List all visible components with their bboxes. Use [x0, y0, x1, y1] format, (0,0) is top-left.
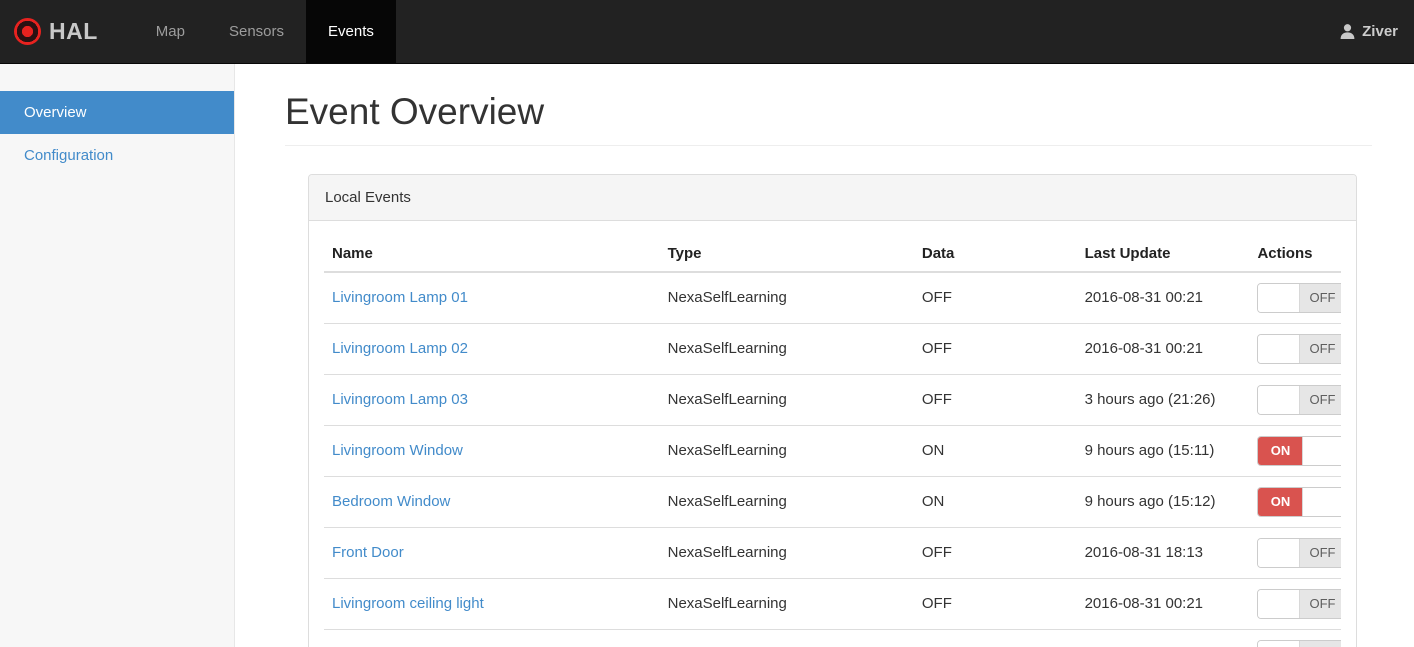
switch-on-label: ON — [1258, 436, 1303, 465]
panel-title: Local Events — [309, 174, 1356, 221]
toggle-switch[interactable]: OFF — [1257, 282, 1341, 313]
user-name: Ziver — [1362, 23, 1398, 40]
local-events-panel: Local Events Name Type Data Last Update … — [308, 173, 1357, 647]
main-content: Event Overview Local Events Name Type Da… — [235, 64, 1414, 647]
table-row: Livingroom ceiling light NexaSelfLearnin… — [324, 577, 1341, 630]
event-name-link[interactable]: Livingroom Lamp 02 — [332, 340, 468, 357]
col-header-name: Name — [324, 235, 660, 273]
event-data: OFF — [913, 373, 1077, 426]
table-row: Diningroom ceiling light NexaSelfLearnin… — [324, 628, 1341, 647]
toggle-switch[interactable]: OFF — [1257, 639, 1341, 647]
switch-handle — [1258, 334, 1301, 363]
col-header-type: Type — [659, 235, 914, 273]
event-name-link[interactable]: Livingroom Lamp 01 — [332, 289, 468, 306]
event-type: NexaSelfLearning — [659, 322, 914, 375]
events-table: Name Type Data Last Update Actions Livin… — [324, 235, 1341, 647]
table-row: Bedroom Window NexaSelfLearning ON 9 hou… — [324, 475, 1341, 528]
toggle-switch[interactable]: OFF — [1257, 384, 1341, 415]
toggle-switch[interactable]: OFF — [1257, 588, 1341, 619]
event-last-update: 9 hours ago (15:11) — [1076, 424, 1250, 477]
main-nav: Map Sensors Events — [134, 0, 396, 63]
switch-handle — [1258, 538, 1301, 567]
switch-handle — [1258, 589, 1301, 618]
event-last-update: 2016-08-31 00:21 — [1076, 577, 1250, 630]
event-type: NexaSelfLearning — [659, 526, 914, 579]
table-row: Front Door NexaSelfLearning OFF 2016-08-… — [324, 526, 1341, 579]
event-type: NexaSelfLearning — [667, 289, 787, 307]
switch-handle — [1302, 487, 1341, 516]
table-row: Livingroom Lamp 01 NexaSelfLearning OFF … — [324, 272, 1341, 324]
table-row: Livingroom Window NexaSelfLearning ON 9 … — [324, 424, 1341, 477]
page-header-divider — [285, 144, 1372, 146]
switch-off-label: OFF — [1300, 538, 1341, 567]
switch-handle — [1258, 283, 1301, 312]
toggle-switch[interactable]: OFF — [1257, 333, 1341, 364]
switch-handle — [1258, 385, 1301, 414]
event-type: NexaSelfLearning — [659, 628, 914, 647]
event-data: OFF — [913, 322, 1077, 375]
event-type: NexaSelfLearning — [659, 475, 914, 528]
brand-title: HAL — [49, 18, 98, 44]
switch-handle — [1258, 640, 1301, 647]
event-name-link[interactable]: Livingroom Lamp 03 — [332, 391, 468, 408]
event-name-link[interactable]: Livingroom ceiling light — [332, 595, 484, 612]
event-last-update: 2016-08-31 18:13 — [1076, 526, 1250, 579]
table-row: Livingroom Lamp 03 NexaSelfLearning OFF … — [324, 373, 1341, 426]
event-name-link[interactable]: Bedroom Window — [332, 493, 450, 510]
switch-off-label: OFF — [1300, 283, 1341, 312]
hal-logo-target-icon — [14, 18, 41, 45]
user-menu[interactable]: Ziver — [1323, 0, 1414, 63]
panel-body: Name Type Data Last Update Actions Livin… — [309, 221, 1356, 647]
col-header-actions: Actions — [1249, 235, 1341, 273]
toggle-switch[interactable]: ON — [1257, 486, 1341, 517]
toggle-switch[interactable]: ON — [1257, 435, 1341, 466]
event-type: NexaSelfLearning — [659, 577, 914, 630]
event-data: ON — [913, 475, 1077, 528]
event-data: OFF — [913, 577, 1077, 630]
toggle-switch[interactable]: OFF — [1257, 537, 1341, 568]
nav-item-events[interactable]: Events — [306, 0, 396, 63]
sidebar-item-overview[interactable]: Overview — [0, 91, 234, 134]
event-name-link[interactable]: Front Door — [332, 544, 404, 561]
event-data: OFF — [913, 526, 1077, 579]
switch-off-label: OFF — [1300, 640, 1341, 647]
top-navbar: HAL Map Sensors Events Ziver — [0, 0, 1414, 64]
page-title: Event Overview — [285, 91, 545, 132]
col-header-data: Data — [913, 235, 1077, 273]
sidebar: Overview Configuration — [0, 64, 235, 647]
event-type: NexaSelfLearning — [659, 424, 914, 477]
event-last-update: 2016-08-31 00:21 — [1076, 322, 1250, 375]
nav-item-sensors[interactable]: Sensors — [207, 0, 306, 63]
event-last-update: 3 hours ago (21:26) — [1076, 373, 1250, 426]
sidebar-item-configuration[interactable]: Configuration — [0, 134, 234, 177]
event-data: OFF — [921, 289, 952, 307]
event-last-update: 9 hours ago (15:12) — [1076, 475, 1250, 528]
user-icon — [1340, 24, 1355, 39]
event-last-update: 2016-08-31 00:21 — [1084, 289, 1204, 307]
switch-off-label: OFF — [1300, 589, 1341, 618]
switch-off-label: OFF — [1300, 385, 1341, 414]
event-type: NexaSelfLearning — [659, 373, 914, 426]
event-data: ON — [913, 424, 1077, 477]
event-last-update: 2016-08-31 00:21 — [1076, 628, 1250, 647]
switch-handle — [1302, 436, 1341, 465]
table-row: Livingroom Lamp 02 NexaSelfLearning OFF … — [324, 322, 1341, 375]
event-name-link[interactable]: Livingroom Window — [332, 442, 463, 459]
col-header-last-update: Last Update — [1076, 235, 1250, 273]
switch-on-label: ON — [1258, 487, 1303, 516]
nav-item-map[interactable]: Map — [134, 0, 207, 63]
switch-off-label: OFF — [1300, 334, 1341, 363]
event-data: OFF — [913, 628, 1077, 647]
table-header-row: Name Type Data Last Update Actions — [324, 235, 1341, 273]
brand[interactable]: HAL — [0, 0, 116, 63]
